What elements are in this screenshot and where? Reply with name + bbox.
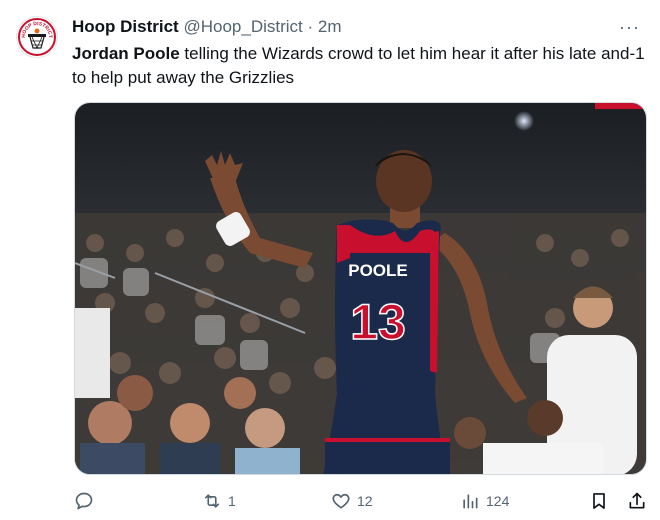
jersey-number: 13 [350,294,406,350]
share-icon [629,492,645,509]
more-options-icon[interactable]: ··· [619,18,640,36]
views-count: 124 [486,493,510,509]
basketball-hoop-logo-icon: HOOP DISTRICT [18,18,56,56]
author-handle[interactable]: @Hoop_District [183,17,302,36]
tweet-text-bold: Jordan Poole [72,44,180,63]
like-count: 12 [357,493,373,509]
timestamp[interactable]: 2m [318,17,342,36]
author-name[interactable]: Hoop District [72,17,179,36]
share-button[interactable] [627,488,647,514]
media-image: POOLE 13 [75,103,646,474]
reply-button[interactable] [74,488,94,514]
like-button[interactable]: 12 [331,488,373,514]
avatar[interactable]: HOOP DISTRICT [16,16,58,58]
tweet-media[interactable]: POOLE 13 [74,102,647,475]
retweet-icon [204,494,220,508]
heart-icon [332,493,350,509]
views-button[interactable]: 124 [460,488,509,514]
tweet-header: Hoop District @Hoop_District · 2m [72,16,640,38]
tweet-actions: 1 12 124 [74,488,647,514]
reply-icon [75,492,93,510]
bookmark-icon [593,493,605,509]
retweet-count: 1 [228,493,236,509]
tweet-text: Jordan Poole telling the Wizards crowd t… [72,42,647,90]
separator-dot: · [307,17,314,36]
bookmark-button[interactable] [589,488,609,514]
jersey-name: POOLE [348,261,408,280]
retweet-button[interactable]: 1 [202,488,236,514]
views-icon [463,494,478,509]
